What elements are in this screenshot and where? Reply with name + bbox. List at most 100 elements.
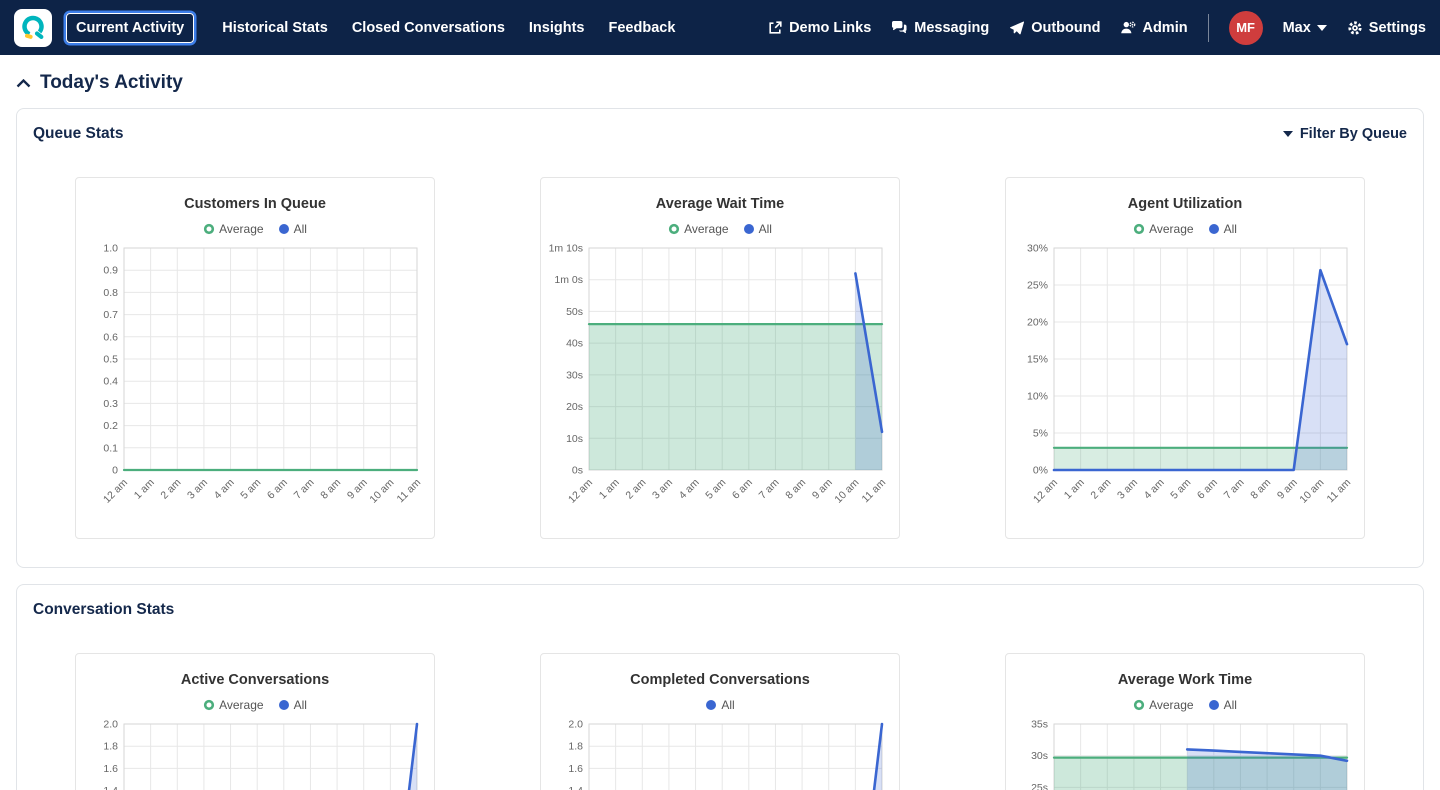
svg-text:11 am: 11 am [395, 476, 424, 505]
svg-text:1.8: 1.8 [103, 741, 118, 753]
chart-title: Completed Conversations [630, 672, 810, 688]
svg-text:8 am: 8 am [783, 476, 808, 501]
nav-outbound-label: Outbound [1031, 19, 1101, 36]
paper-plane-icon [1009, 20, 1025, 36]
queue-stats-card: Queue Stats Filter By Queue Customers In… [16, 108, 1424, 568]
user-name: Max [1282, 19, 1311, 36]
svg-text:10s: 10s [566, 433, 583, 445]
tab-closed-conversations[interactable]: Closed Conversations [352, 20, 505, 36]
nav-settings[interactable]: Settings [1347, 20, 1426, 36]
tab-historical-stats[interactable]: Historical Stats [222, 20, 328, 36]
chart-customers-in-queue: Customers In Queue Average All 0 0.1 0.2 0.3… [75, 177, 435, 539]
gear-icon [1347, 20, 1363, 36]
svg-text:25%: 25% [1027, 280, 1048, 292]
svg-text:0.7: 0.7 [103, 309, 118, 321]
tab-insights[interactable]: Insights [529, 20, 585, 36]
external-link-icon [767, 20, 783, 36]
chart-plot: 00.20.40.60.81.01.21.41.61.82.012 am1 am… [541, 714, 899, 790]
admin-icon [1120, 20, 1136, 35]
svg-text:3 am: 3 am [1115, 476, 1140, 501]
svg-text:6 am: 6 am [265, 476, 290, 501]
svg-text:9 am: 9 am [345, 476, 370, 501]
caret-down-icon [1282, 131, 1293, 137]
svg-text:4 am: 4 am [212, 476, 237, 501]
svg-text:50s: 50s [566, 306, 583, 318]
chart-legend[interactable]: Average All [1006, 698, 1364, 712]
svg-text:25s: 25s [1031, 782, 1048, 790]
svg-text:0.5: 0.5 [103, 354, 118, 366]
nav-messaging[interactable]: Messaging [891, 20, 989, 36]
svg-text:40s: 40s [566, 338, 583, 350]
user-menu[interactable]: Max [1283, 20, 1327, 36]
svg-text:8 am: 8 am [1248, 476, 1273, 501]
chart-legend[interactable]: Average All [76, 222, 434, 236]
chart-legend[interactable]: Average All [1006, 222, 1364, 236]
quiq-logo[interactable] [14, 8, 52, 47]
tab-feedback[interactable]: Feedback [609, 20, 676, 36]
svg-text:1.6: 1.6 [568, 763, 583, 775]
svg-text:0: 0 [112, 465, 118, 477]
nav-divider [1207, 13, 1209, 42]
chart-legend[interactable]: Average All [76, 698, 434, 712]
svg-text:1.6: 1.6 [103, 763, 118, 775]
primary-nav: Current Activity Historical Stats Closed… [66, 12, 676, 43]
filter-by-queue-dropdown[interactable]: Filter By Queue [1282, 126, 1407, 142]
svg-text:6 am: 6 am [730, 476, 755, 501]
chart-legend[interactable]: All [541, 698, 899, 712]
chart-active-conversations: Active Conversations AverageAll 00.20.40… [75, 653, 435, 790]
svg-text:0.3: 0.3 [103, 398, 118, 410]
svg-text:20%: 20% [1027, 317, 1048, 329]
svg-text:7 am: 7 am [292, 476, 317, 501]
svg-text:0.1: 0.1 [103, 442, 118, 454]
svg-text:1m 0s: 1m 0s [554, 274, 583, 286]
chart-title: Customers In Queue [184, 196, 326, 212]
chevron-down-icon [1316, 24, 1327, 31]
svg-text:1m 10s: 1m 10s [549, 243, 583, 255]
svg-text:7 am: 7 am [757, 476, 782, 501]
svg-text:6 am: 6 am [1195, 476, 1220, 501]
chart-plot: 0% 5% 10% 15% 20% 25% 30% 12 am 1 am 2 am 3 am 4 am… [1006, 238, 1364, 538]
avatar[interactable]: MF [1228, 10, 1263, 45]
svg-text:10 am: 10 am [832, 476, 861, 505]
svg-text:5 am: 5 am [1168, 476, 1193, 501]
svg-text:0s: 0s [572, 465, 583, 477]
svg-text:4 am: 4 am [677, 476, 702, 501]
svg-text:1.8: 1.8 [568, 741, 583, 753]
chart-title: Agent Utilization [1127, 196, 1243, 212]
svg-text:30s: 30s [566, 369, 583, 381]
chart-plot: 00.20.40.60.81.01.21.41.61.82.012 am1 am… [76, 714, 434, 790]
svg-text:12 am: 12 am [1031, 476, 1060, 505]
svg-text:10%: 10% [1027, 391, 1048, 403]
svg-text:30%: 30% [1027, 243, 1048, 255]
chart-completed-conversations: Completed Conversations All 00.20.40.60.… [540, 653, 900, 790]
nav-outbound[interactable]: Outbound [1009, 20, 1100, 36]
tab-current-activity[interactable]: Current Activity [66, 12, 195, 43]
svg-text:0.2: 0.2 [103, 420, 118, 432]
chart-legend[interactable]: Average All [541, 222, 899, 236]
svg-text:5 am: 5 am [703, 476, 728, 501]
svg-text:3 am: 3 am [650, 476, 675, 501]
svg-text:2.0: 2.0 [103, 719, 118, 731]
chart-title: Active Conversations [180, 672, 330, 688]
chart-average-wait-time: Average Wait Time Average All 0s 10s 20s 30s… [540, 177, 900, 539]
svg-text:20s: 20s [566, 401, 583, 413]
top-navbar: Current Activity Historical Stats Closed… [0, 0, 1440, 55]
svg-text:1.4: 1.4 [103, 785, 118, 790]
svg-text:0%: 0% [1033, 465, 1048, 477]
svg-text:9 am: 9 am [1275, 476, 1300, 501]
section-header: Today's Activity [0, 55, 1440, 104]
svg-text:1 am: 1 am [597, 476, 622, 501]
nav-admin[interactable]: Admin [1120, 20, 1188, 36]
collapse-chevron-up-icon[interactable] [16, 78, 31, 88]
conversation-stats-title: Conversation Stats [33, 601, 175, 618]
conversation-stats-card: Conversation Stats Active Conversations … [16, 584, 1424, 790]
filter-by-queue-label: Filter By Queue [1299, 126, 1407, 142]
chart-plot: 0s 10s 20s 30s 40s 50s 1m 0s 1m 10s 12 am 1 am 2 a… [541, 238, 899, 538]
svg-text:11 am: 11 am [860, 476, 889, 505]
nav-messaging-label: Messaging [914, 19, 990, 36]
svg-text:12 am: 12 am [566, 476, 595, 505]
nav-demo-links[interactable]: Demo Links [767, 20, 871, 36]
svg-text:1.4: 1.4 [568, 785, 583, 790]
svg-text:0.9: 0.9 [103, 265, 118, 277]
svg-text:2 am: 2 am [623, 476, 648, 501]
